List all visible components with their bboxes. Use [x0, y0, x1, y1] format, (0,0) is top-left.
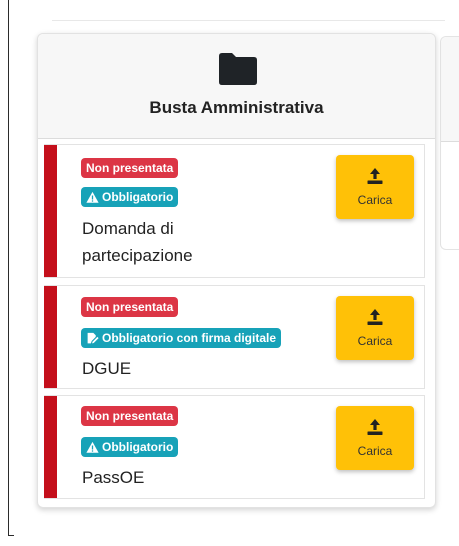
- upload-button[interactable]: Carica: [336, 406, 414, 470]
- busta-card: Busta Amministrativa Non presentata Obbl…: [37, 33, 436, 508]
- top-divider: [52, 20, 445, 21]
- left-border-line: [8, 0, 9, 536]
- requirement-badge: Obbligatorio: [81, 187, 179, 207]
- requirement-label: Obbligatorio: [102, 440, 174, 454]
- document-name: PassOE: [82, 468, 145, 487]
- card-title: Busta Amministrativa: [149, 98, 324, 117]
- status-badge: Non presentata: [81, 406, 179, 426]
- status-stripe: [44, 286, 57, 388]
- status-badge: Non presentata: [81, 297, 179, 317]
- requirement-badge: Obbligatorio: [81, 437, 179, 457]
- upload-button[interactable]: Carica: [336, 296, 414, 360]
- upload-icon: [367, 309, 383, 325]
- document-item-dgue: Non presentata Obbligatorio con firma di…: [44, 285, 425, 389]
- document-item-passoe: Non presentata Obbligatorio PassOE Caric…: [44, 395, 425, 499]
- document-item-domanda: Non presentata Obbligatorio Domanda di p…: [44, 144, 425, 278]
- upload-button-label: Carica: [357, 334, 393, 348]
- requirement-badge: Obbligatorio con firma digitale: [81, 328, 282, 348]
- signature-icon: [87, 332, 99, 343]
- next-card-header: [441, 37, 459, 142]
- warning-icon: [86, 191, 99, 203]
- status-stripe: [44, 396, 57, 498]
- folder-icon: [219, 53, 257, 85]
- requirement-label: Obbligatorio: [102, 190, 174, 204]
- upload-button[interactable]: Carica: [336, 155, 414, 219]
- warning-icon: [86, 441, 99, 453]
- status-stripe: [44, 145, 57, 277]
- upload-icon: [367, 168, 383, 184]
- left-border-foot: [8, 535, 14, 536]
- requirement-label: Obbligatorio con firma digitale: [102, 331, 277, 345]
- upload-button-label: Carica: [357, 444, 393, 458]
- upload-icon: [367, 419, 383, 435]
- next-card-edge: [440, 36, 459, 250]
- document-name: DGUE: [82, 359, 132, 378]
- upload-button-label: Carica: [357, 193, 393, 207]
- card-header: Busta Amministrativa: [38, 34, 435, 139]
- document-name: Domanda di partecipazione: [82, 219, 193, 265]
- status-badge: Non presentata: [81, 158, 179, 178]
